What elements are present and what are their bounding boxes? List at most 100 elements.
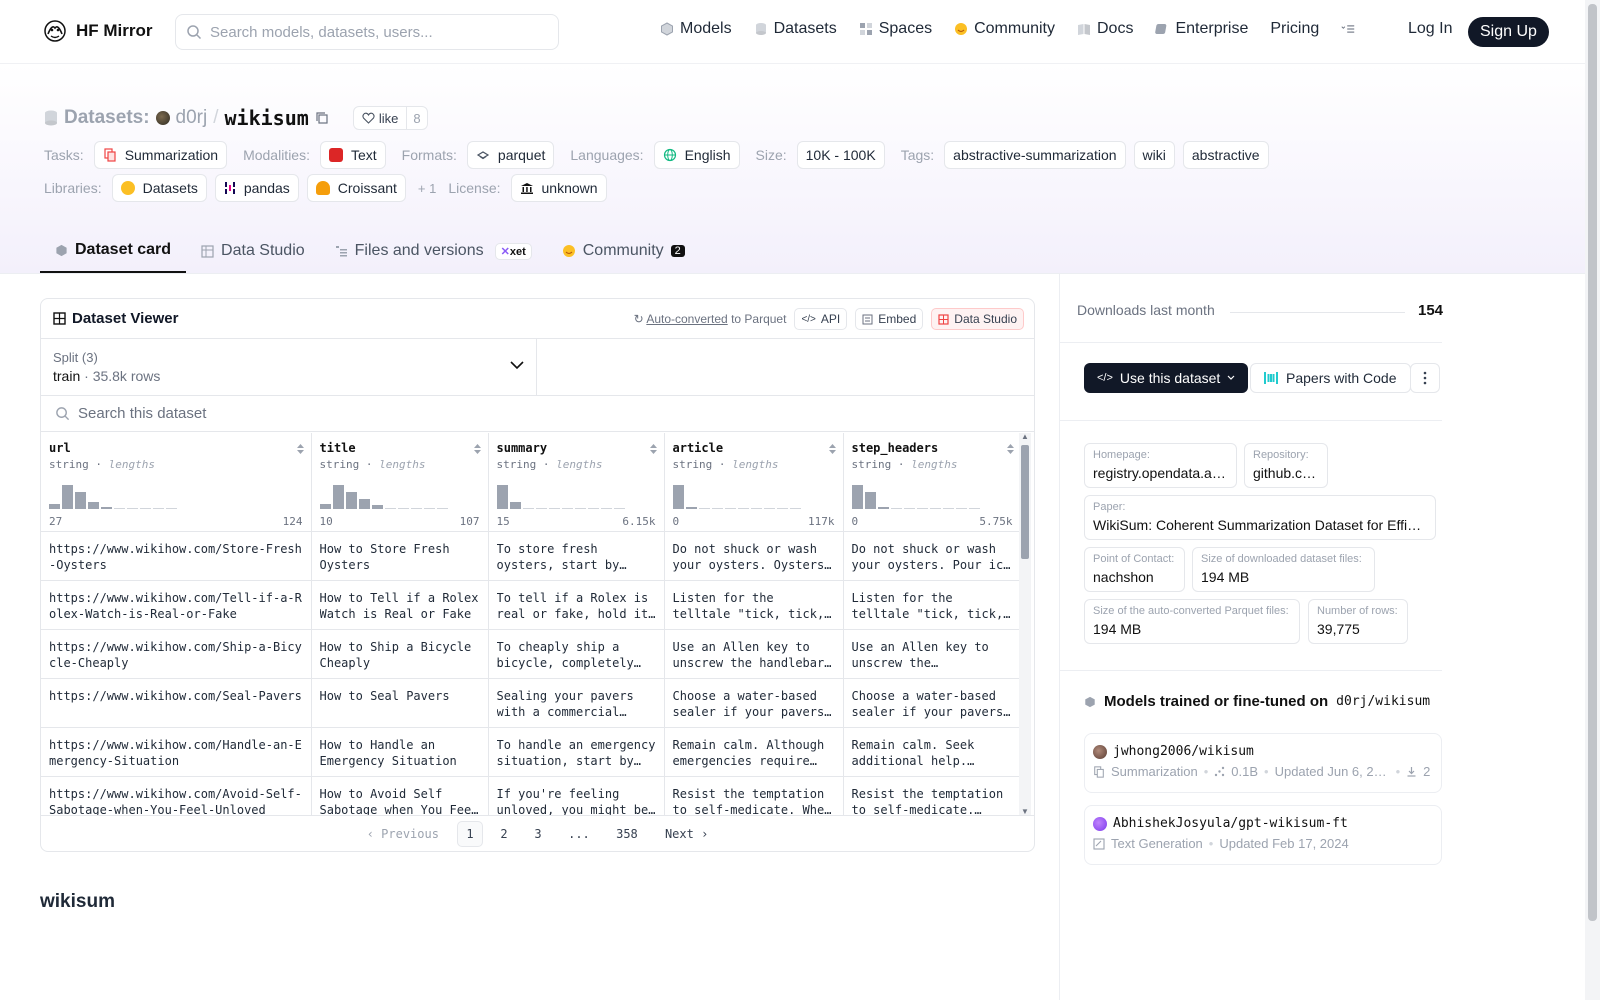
tab-dataset-card[interactable]: Dataset card [40, 229, 187, 273]
use-dataset-button[interactable]: </> Use this dataset [1084, 363, 1249, 393]
model-card[interactable]: jwhong2006/wikisum Summarization • 0.1B … [1084, 733, 1442, 793]
tag-lib-pandas[interactable]: pandas [214, 174, 299, 202]
table-cell[interactable]: Use an Allen key to unscrew the handleba… [843, 629, 1021, 679]
tag-lib-croissant[interactable]: Croissant [306, 174, 406, 202]
table-cell[interactable]: https://www.wikihow.com/Handle-an-Emerge… [41, 727, 312, 777]
api-button[interactable]: </> API [794, 308, 848, 330]
tag-summarization[interactable]: Summarization [93, 141, 228, 169]
signup-button[interactable]: Sign Up [1468, 17, 1549, 47]
table-scrollbar[interactable]: ▲ ▼ [1019, 432, 1031, 816]
split-selector[interactable]: Split (3) train · 35.8k rows [41, 339, 537, 395]
table-cell[interactable]: To tell if a Rolex is real or fake, hold… [488, 580, 665, 630]
pager-page-2[interactable]: 2 [491, 821, 517, 847]
pager-page-3[interactable]: 3 [525, 821, 551, 847]
table-row[interactable]: https://www.wikihow.com/Seal-Pavers How t… [41, 678, 1021, 728]
page-scrollbar[interactable] [1585, 0, 1600, 1000]
nav-docs[interactable]: Docs [1077, 20, 1133, 38]
auto-converted-link[interactable]: Auto-converted [646, 312, 727, 326]
table-cell[interactable]: How to Ship a Bicycle Cheaply [311, 629, 489, 679]
meta-paper[interactable]: Paper: WikiSum: Coherent Summarization D… [1084, 495, 1436, 540]
repo-kind[interactable]: Datasets: [64, 107, 150, 129]
table-cell[interactable]: Choose a water-based sealer if your pave… [664, 678, 844, 728]
tag-english[interactable]: English [653, 141, 740, 169]
pager-previous[interactable]: ‹ Previous [357, 827, 449, 841]
table-cell[interactable]: Sealing your pavers with a commercial se… [488, 678, 665, 728]
pager-page-last[interactable]: 358 [607, 821, 647, 847]
column-histogram[interactable] [49, 485, 177, 509]
tab-data-studio[interactable]: Data Studio [186, 229, 320, 273]
nav-models[interactable]: Models [660, 20, 732, 38]
table-row[interactable]: https://www.wikihow.com/Handle-an-Emerge… [41, 727, 1021, 777]
table-cell[interactable]: https://www.wikihow.com/Ship-a-Bicycle-C… [41, 629, 312, 679]
global-search-input[interactable] [210, 23, 540, 41]
column-header-2[interactable]: summary string · lengths 15 6.15k [488, 433, 665, 532]
tag-parquet[interactable]: parquet [466, 141, 555, 169]
embed-button[interactable]: Embed [855, 308, 924, 330]
column-histogram[interactable] [496, 485, 625, 509]
table-row[interactable]: https://www.wikihow.com/Store-Fresh-Oyst… [41, 531, 1021, 581]
nav-datasets[interactable]: Datasets [754, 20, 837, 38]
sort-icon[interactable] [828, 443, 837, 455]
table-cell[interactable]: https://www.wikihow.com/Seal-Pavers [41, 678, 312, 728]
tag-size[interactable]: 10K - 100K [796, 141, 885, 169]
table-cell[interactable]: Use an Allen key to unscrew the handleba… [664, 629, 844, 679]
column-header-3[interactable]: article string · lengths 0 117k [664, 433, 844, 532]
login-link[interactable]: Log In [1408, 20, 1452, 38]
sort-icon[interactable] [473, 443, 482, 455]
nav-enterprise[interactable]: Enterprise [1155, 20, 1248, 38]
table-cell[interactable]: How to Seal Pavers [311, 678, 489, 728]
table-cell[interactable]: To handle an emergency situation, start … [488, 727, 665, 777]
table-cell[interactable]: How to Handle an Emergency Situation [311, 727, 489, 777]
column-header-1[interactable]: title string · lengths 10 107 [311, 433, 489, 532]
table-scrollbar-thumb[interactable] [1021, 445, 1029, 559]
page-scrollbar-thumb[interactable] [1588, 4, 1597, 921]
tab-community[interactable]: Community 2 [547, 229, 700, 273]
auto-converted-note[interactable]: ↻ Auto-converted to Parquet [634, 312, 787, 326]
tag-text[interactable]: Text [319, 141, 386, 169]
scroll-up-icon[interactable]: ▲ [1021, 432, 1029, 441]
table-cell[interactable]: https://www.wikihow.com/Avoid-Self-Sabot… [41, 776, 312, 816]
table-cell[interactable]: Resist the temptation to self-medicate. … [843, 776, 1021, 816]
meta-repository[interactable]: Repository: github.com [1244, 443, 1328, 488]
repo-owner[interactable]: d0rj [176, 107, 208, 129]
repo-name[interactable]: wikisum [225, 106, 309, 130]
more-options-button[interactable] [1410, 363, 1440, 393]
nav-community[interactable]: Community [954, 20, 1055, 38]
pager-next[interactable]: Next › [655, 827, 718, 841]
data-studio-button[interactable]: Data Studio [931, 308, 1024, 330]
model-card[interactable]: AbhishekJosyula/gpt-wikisum-ft Text Gene… [1084, 805, 1442, 865]
table-cell[interactable]: Resist the temptation to self-medicate. … [664, 776, 844, 816]
sort-icon[interactable] [649, 443, 658, 455]
sort-icon[interactable] [296, 443, 305, 455]
meta-homepage[interactable]: Homepage: registry.opendata.aws [1084, 443, 1237, 488]
dataset-search-input[interactable] [78, 405, 678, 422]
tab-files-and-versions[interactable]: Files and versions ✕xet [320, 229, 547, 273]
column-histogram[interactable] [672, 485, 801, 509]
nav-more-menu[interactable] [1341, 22, 1355, 36]
sort-icon[interactable] [1006, 443, 1015, 455]
tag-abstractive[interactable]: abstractive [1182, 141, 1269, 169]
tag-license[interactable]: unknown [510, 174, 607, 202]
table-row[interactable]: https://www.wikihow.com/Avoid-Self-Sabot… [41, 776, 1021, 816]
table-row[interactable]: https://www.wikihow.com/Ship-a-Bicycle-C… [41, 629, 1021, 679]
dataset-search[interactable] [41, 396, 1034, 432]
table-cell[interactable]: https://www.wikihow.com/Store-Fresh-Oyst… [41, 531, 312, 581]
table-cell[interactable]: Remain calm. Seek additional help. Asses… [843, 727, 1021, 777]
pager-page-1[interactable]: 1 [456, 820, 483, 847]
column-histogram[interactable] [851, 485, 980, 509]
table-cell[interactable]: Remain calm. Although emergencies requir… [664, 727, 844, 777]
table-cell[interactable]: Listen for the telltale "tick, tick, tic… [664, 580, 844, 630]
papers-with-code-button[interactable]: Papers with Code [1250, 363, 1411, 393]
like-button[interactable]: like 8 [352, 106, 428, 130]
libraries-more[interactable]: + 1 [418, 181, 436, 196]
table-cell[interactable]: Choose a water-based sealer if your pave… [843, 678, 1021, 728]
tag-lib-datasets[interactable]: Datasets [111, 174, 207, 202]
table-cell[interactable]: To store fresh oysters, start by removin… [488, 531, 665, 581]
meta-contact[interactable]: Point of Contact: nachshon [1084, 547, 1185, 592]
column-header-0[interactable]: url string · lengths 27 124 [41, 433, 312, 532]
copy-icon[interactable] [315, 111, 329, 125]
table-cell[interactable]: Listen for the telltale "tick, tick, tic… [843, 580, 1021, 630]
table-cell[interactable]: How to Store Fresh Oysters [311, 531, 489, 581]
table-cell[interactable]: Do not shuck or wash your oysters. Pour … [843, 531, 1021, 581]
table-cell[interactable]: If you're feeling unloved, you might be … [488, 776, 665, 816]
